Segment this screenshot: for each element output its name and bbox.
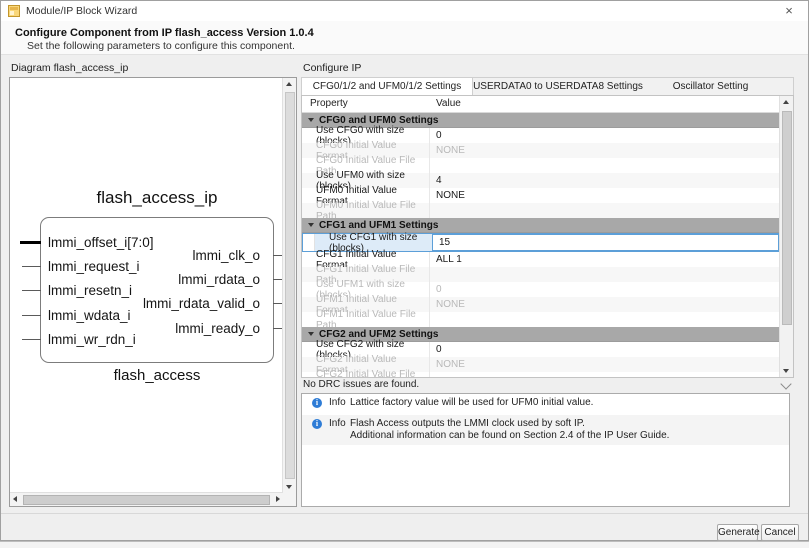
header-subtitle: Set the following parameters to configur… <box>27 40 295 52</box>
diagram-vertical-scrollbar[interactable] <box>282 78 296 493</box>
value-cell[interactable]: 0 <box>430 342 780 357</box>
collapse-triangle-icon[interactable] <box>308 332 314 336</box>
footer-separator <box>1 513 808 514</box>
input-port-label: lmmi_wr_rdn_i <box>48 332 136 347</box>
value-cell[interactable]: NONE <box>430 188 780 203</box>
port-stub <box>22 315 41 316</box>
value-cell[interactable]: ALL 1 <box>430 252 780 267</box>
value-cell: NONE <box>436 145 465 156</box>
scroll-left-icon[interactable] <box>13 496 17 502</box>
bus-port-stub <box>20 241 41 244</box>
input-port-label: lmmi_resetn_i <box>48 283 133 298</box>
scrollbar-thumb[interactable] <box>782 111 792 325</box>
column-header-property: Property <box>310 98 348 109</box>
value-cell <box>430 312 780 327</box>
scroll-up-icon[interactable] <box>286 82 292 86</box>
info-icon: i <box>312 419 322 429</box>
value-cell: NONE <box>436 359 465 370</box>
close-icon[interactable]: × <box>781 3 797 18</box>
property-table: Property Value CFG0 and UFM0 Settings Us… <box>301 95 794 378</box>
value-cell[interactable]: 4 <box>430 173 780 188</box>
collapse-triangle-icon[interactable] <box>308 118 314 122</box>
scroll-up-icon[interactable] <box>783 100 789 104</box>
message-text: Additional information can be found on S… <box>350 430 670 441</box>
message-text: Lattice factory value will be used for U… <box>350 397 594 408</box>
block-subtitle: flash_access <box>113 367 201 384</box>
drc-status-text: No DRC issues are found. <box>303 379 420 390</box>
table-row[interactable]: UFM1 Initial Value File Path <box>302 309 780 331</box>
message-severity: Info <box>329 418 346 429</box>
drc-status-bar: No DRC issues are found. <box>303 378 794 392</box>
table-row[interactable]: UFM0 Initial Value File Path <box>302 200 780 222</box>
property-cell: UFM0 Initial Value File Path <box>302 200 430 222</box>
table-vertical-scrollbar[interactable] <box>779 96 793 377</box>
scroll-right-icon[interactable] <box>276 496 280 502</box>
value-editor-cell[interactable]: 15 <box>432 234 779 251</box>
title-bar: Module/IP Block Wizard × <box>1 1 808 21</box>
collapse-triangle-icon[interactable] <box>308 223 314 227</box>
value-cell <box>430 372 780 377</box>
input-port-label: lmmi_wdata_i <box>48 308 131 323</box>
output-port-label: lmmi_ready_o <box>175 321 260 336</box>
tab-cfg-ufm-settings[interactable]: CFG0/1/2 and UFM0/1/2 Settings <box>302 78 473 96</box>
tab-userdata-settings[interactable]: USERDATA0 to USERDATA8 Settings <box>473 78 643 96</box>
diagram-panel: flash_access_ip flash_access lmmi_offset… <box>9 77 297 507</box>
port-stub <box>22 290 41 291</box>
diagram-horizontal-scrollbar[interactable] <box>10 492 283 506</box>
message-text: Flash Access outputs the LMMI clock used… <box>350 418 585 429</box>
output-port-label: lmmi_rdata_valid_o <box>142 296 260 311</box>
property-cell: CFG2 Initial Value File Path <box>302 369 430 377</box>
port-stub <box>22 266 41 267</box>
table-row[interactable]: CFG2 Initial Value File Path <box>302 369 780 377</box>
table-header: Property Value <box>302 96 780 113</box>
chevron-down-icon[interactable] <box>780 378 792 390</box>
info-message: i Info Lattice factory value will be use… <box>302 394 789 412</box>
message-severity: Info <box>329 397 346 408</box>
output-port-label: lmmi_rdata_o <box>178 272 260 287</box>
column-header-value: Value <box>436 98 461 109</box>
value-cell: 0 <box>436 284 442 295</box>
output-port-label: lmmi_clk_o <box>192 248 260 263</box>
scroll-down-icon[interactable] <box>783 369 789 373</box>
generate-button[interactable]: Generate <box>717 524 760 541</box>
wizard-header: Configure Component from IP flash_access… <box>1 21 808 55</box>
row-selection-gutter <box>303 234 315 251</box>
info-message: i Info Flash Access outputs the LMMI clo… <box>302 415 789 445</box>
scrollbar-corner <box>283 493 296 506</box>
header-title: Configure Component from IP flash_access… <box>15 27 314 39</box>
scrollbar-thumb[interactable] <box>285 92 295 479</box>
configure-ip-label: Configure IP <box>303 62 362 74</box>
scroll-down-icon[interactable] <box>286 485 292 489</box>
value-cell <box>430 267 780 282</box>
tab-oscillator-setting[interactable]: Oscillator Setting <box>643 78 778 96</box>
input-port-label: lmmi_offset_i[7:0] <box>48 235 154 250</box>
value-cell <box>430 203 780 218</box>
info-icon: i <box>312 398 322 408</box>
property-cell: UFM1 Initial Value File Path <box>302 309 430 331</box>
value-cell[interactable]: 0 <box>430 128 780 143</box>
block-title: flash_access_ip <box>96 188 218 207</box>
value-cell: NONE <box>436 299 465 310</box>
cancel-button[interactable]: Cancel <box>761 524 799 541</box>
wizard-app-icon <box>8 5 20 17</box>
message-list: i Info Lattice factory value will be use… <box>301 393 790 507</box>
value-cell <box>430 158 780 173</box>
section-label: CFG1 and UFM1 Settings <box>319 219 439 231</box>
scrollbar-thumb[interactable] <box>23 495 270 505</box>
settings-tab-bar: CFG0/1/2 and UFM0/1/2 Settings USERDATA0… <box>301 77 794 96</box>
module-ip-block-wizard-dialog: Module/IP Block Wizard × Configure Compo… <box>0 0 809 541</box>
input-port-label: lmmi_request_i <box>48 259 140 274</box>
window-title: Module/IP Block Wizard <box>26 5 138 17</box>
diagram-label: Diagram flash_access_ip <box>11 62 129 74</box>
port-stub <box>22 339 41 340</box>
table-rows: CFG0 and UFM0 Settings Use CFG0 with siz… <box>302 113 780 377</box>
